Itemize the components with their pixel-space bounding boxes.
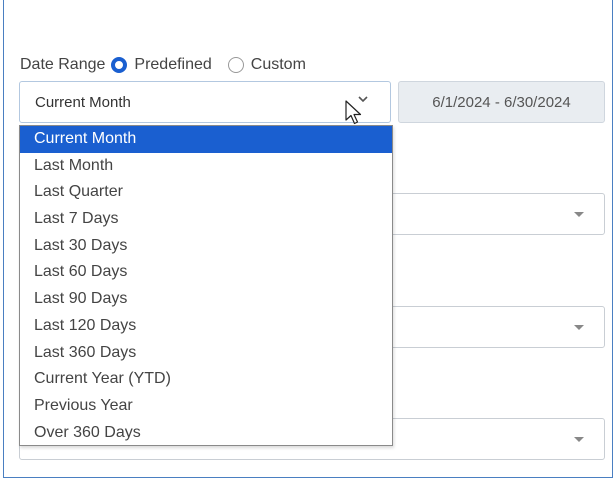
dropdown-option-last-7-days[interactable]: Last 7 Days bbox=[20, 206, 392, 233]
caret-down-icon[interactable] bbox=[574, 437, 584, 442]
dropdown-option-last-360-days[interactable]: Last 360 Days bbox=[20, 340, 392, 367]
date-range-row: Date Range Predefined Custom bbox=[20, 54, 322, 76]
predefined-radio[interactable] bbox=[111, 57, 128, 73]
mouse-pointer-icon bbox=[345, 100, 362, 125]
dropdown-option-last-30-days[interactable]: Last 30 Days bbox=[20, 233, 392, 260]
caret-down-icon[interactable] bbox=[574, 325, 584, 330]
dropdown-option-current-month[interactable]: Current Month bbox=[20, 126, 392, 153]
custom-radio[interactable] bbox=[227, 57, 244, 73]
date-range-display: 6/1/2024 - 6/30/2024 bbox=[398, 81, 605, 123]
dropdown-option-over-360-days[interactable]: Over 360 Days bbox=[20, 420, 392, 447]
dropdown-option-previous-year[interactable]: Previous Year bbox=[20, 393, 392, 420]
dropdown-option-last-120-days[interactable]: Last 120 Days bbox=[20, 313, 392, 340]
dropdown-option-last-quarter[interactable]: Last Quarter bbox=[20, 179, 392, 206]
custom-radio-label[interactable]: Custom bbox=[251, 56, 306, 74]
predefined-range-dropdown: Current Month Last Month Last Quarter La… bbox=[19, 125, 393, 446]
date-range-label: Date Range bbox=[20, 56, 106, 73]
dropdown-option-current-year-ytd[interactable]: Current Year (YTD) bbox=[20, 366, 392, 393]
predefined-radio-label[interactable]: Predefined bbox=[134, 56, 211, 74]
dropdown-option-last-60-days[interactable]: Last 60 Days bbox=[20, 259, 392, 286]
predefined-range-select[interactable]: Current Month bbox=[19, 81, 391, 123]
caret-down-icon[interactable] bbox=[574, 212, 584, 217]
predefined-range-value: Current Month bbox=[35, 93, 131, 111]
dropdown-option-last-month[interactable]: Last Month bbox=[20, 153, 392, 180]
dropdown-option-last-90-days[interactable]: Last 90 Days bbox=[20, 286, 392, 313]
